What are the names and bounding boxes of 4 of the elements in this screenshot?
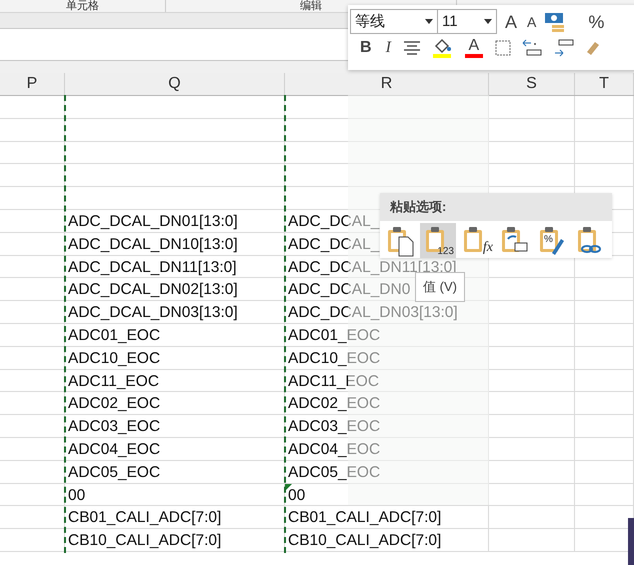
panel-title: 粘贴选项: [390,199,446,214]
ribbon-group-label: 单元格 [66,0,99,12]
ribbon-group-label: 编辑 [300,0,322,12]
tooltip: 值 (V) [415,272,465,302]
